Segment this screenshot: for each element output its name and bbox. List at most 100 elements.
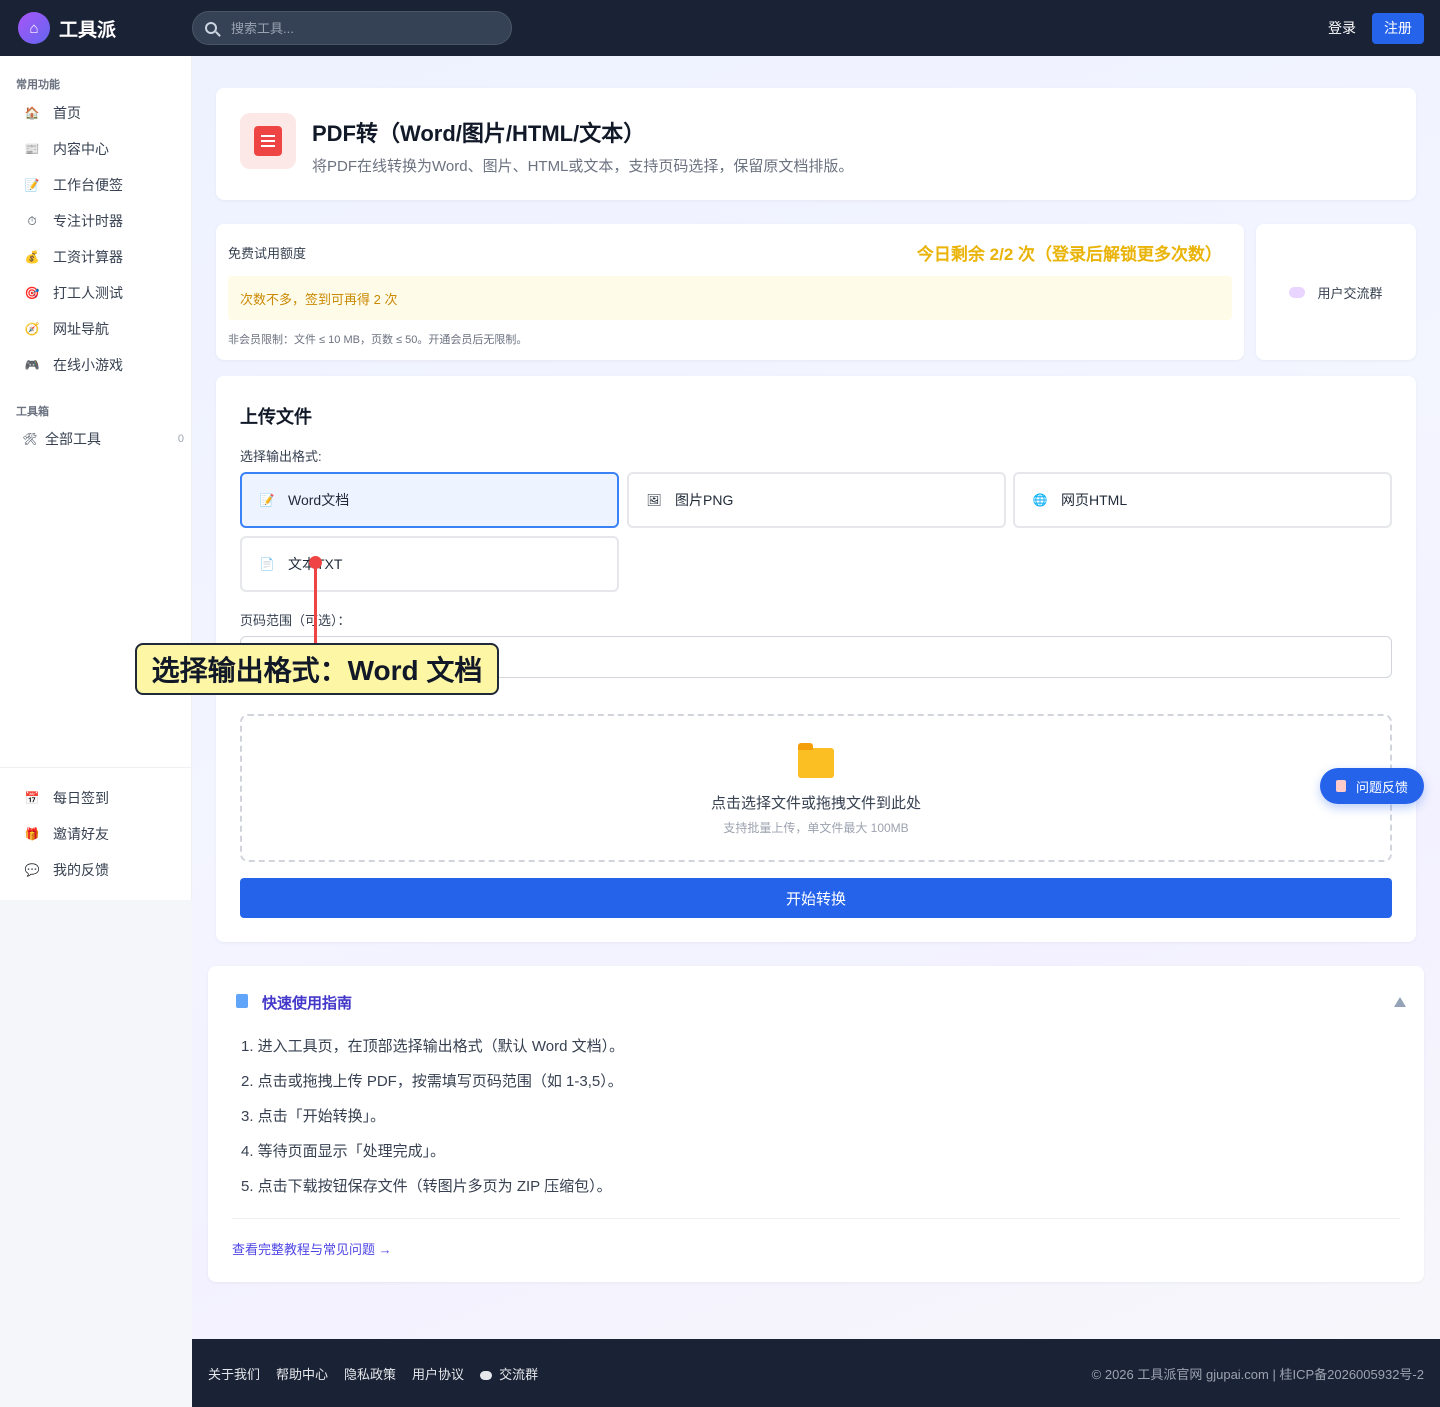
sidebar-item-content[interactable]: 📰 内容中心 [24,139,109,159]
sidebar-item-my-feedback[interactable]: 💬 我的反馈 [24,860,109,880]
collapse-triangle-icon[interactable] [1394,997,1406,1007]
footer-link-about[interactable]: 关于我们 [208,1364,260,1383]
speech-bubble-icon: 💬 [24,863,40,877]
footer-link-privacy[interactable]: 隐私政策 [344,1364,396,1383]
sidebar-item-checkin[interactable]: 📅 每日签到 [24,788,109,808]
sidebar-item-games[interactable]: 🎮 在线小游戏 [24,355,123,375]
feedback-doc-icon [1335,780,1346,792]
sidebar-item-timer[interactable]: ⏱ 专注计时器 [24,211,123,231]
login-link[interactable]: 登录 [1328,18,1356,38]
sidebar-item-salary[interactable]: 💰 工资计算器 [24,247,123,267]
top-bar: ⌂ 工具派 登录 注册 [0,0,1440,56]
calendar-icon: 📅 [24,791,40,805]
format-option-label: 网页HTML [1061,492,1128,508]
chat-bubble-icon [480,1370,493,1380]
footer-link-chat[interactable]: 交流群 [480,1364,538,1383]
sidebar-section-toolbox: 工具箱 [16,406,49,418]
quota-remaining: 今日剩余 2/2 次（登录后解锁更多次数） [916,245,1222,264]
guide-divider [232,1218,1400,1219]
folder-icon [798,743,834,778]
stopwatch-icon: ⏱ [27,213,37,228]
annotation-label: 选择输出格式：Word 文档 [135,643,499,695]
quota-card: 免费试用额度 今日剩余 2/2 次（登录后解锁更多次数） 次数不多，签到可再得 … [216,224,1244,360]
guide-step: 4. 等待页面显示「处理完成」。 [241,1143,446,1160]
sidebar-item-memo[interactable]: 📝 工作台便签 [24,175,123,195]
dropzone-sub-text: 支持批量上传，单文件最大 100MB [723,821,909,835]
footer-chat-label: 交流群 [499,1366,539,1382]
page-subtitle: 将PDF在线转换为Word、图片、HTML或文本，支持页码选择，保留原文档排版。 [312,158,854,175]
quota-label: 免费试用额度 [228,246,307,261]
page-title: PDF转（Word/图片/HTML/文本） [312,121,646,146]
sidebar-item-navigation[interactable]: 🧭 网址导航 [24,319,109,339]
footer-link-terms[interactable]: 用户协议 [412,1364,464,1383]
sidebar-item-label: 全部工具 [45,431,101,447]
dropzone-main-text: 点击选择文件或拖拽文件到此处 [710,795,921,812]
gift-icon: 🎁 [24,827,40,841]
sidebar-item-label: 内容中心 [53,141,109,157]
sidebar-item-label: 每日签到 [53,790,109,806]
format-option-png[interactable]: 🖼 图片PNG [627,472,1006,528]
sidebar-item-all-tools[interactable]: 🛠 全部工具 0 [22,429,188,449]
chat-bubble-icon [1289,286,1306,298]
globe-icon: 🌐 [1032,493,1048,507]
sidebar-item-label: 工资计算器 [53,249,123,265]
annotation-pointer-line [314,561,317,643]
format-option-word[interactable]: 📝 Word文档 [240,472,619,528]
format-option-label: 图片PNG [675,492,734,508]
sidebar-item-label: 我的反馈 [53,862,109,878]
sidebar-item-label: 打工人测试 [53,285,123,301]
gamepad-icon: 🎮 [24,358,40,372]
footer-copyright: © 2026 工具派官网 gjupai.com | 桂ICP备202600593… [1091,1366,1424,1382]
sidebar-item-invite[interactable]: 🎁 邀请好友 [24,824,109,844]
news-icon: 📰 [24,142,40,156]
search-box[interactable] [192,11,512,45]
guide-step: 3. 点击「开始转换」。 [241,1108,386,1125]
text-file-icon: 📄 [259,557,275,571]
page-range-label: 页码范围（可选）： [240,613,351,628]
book-icon [236,994,248,1008]
format-option-html[interactable]: 🌐 网页HTML [1013,472,1392,528]
compass-icon: 🧭 [24,322,40,336]
file-dropzone[interactable]: 点击选择文件或拖拽文件到此处 支持批量上传，单文件最大 100MB [240,714,1392,862]
format-option-label: Word文档 [288,492,350,508]
brand-name: 工具派 [59,19,117,41]
sidebar-item-label: 首页 [53,105,81,121]
format-option-txt[interactable]: 📄 文本TXT [240,536,619,592]
start-convert-button[interactable]: 开始转换 [240,878,1392,918]
target-icon: 🎯 [24,286,40,300]
guide-title: 快速使用指南 [262,995,353,1012]
sidebar-item-label: 网址导航 [53,321,109,337]
sidebar-divider [0,767,192,768]
guide-step: 5. 点击下载按钮保存文件（转图片多页为 ZIP 压缩包）。 [241,1178,612,1195]
sidebar-item-label: 专注计时器 [53,213,123,229]
upload-title: 上传文件 [240,407,312,427]
search-input[interactable] [231,20,491,36]
feedback-button[interactable]: 问题反馈 [1320,768,1424,804]
quick-guide-card: 快速使用指南 1. 进入工具页，在顶部选择输出格式（默认 Word 文档）。 2… [208,966,1424,1282]
format-label: 选择输出格式: [240,449,322,464]
tool-title-card: PDF转（Word/图片/HTML/文本） 将PDF在线转换为Word、图片、H… [216,88,1416,200]
annotation-pointer-dot [309,556,322,569]
footer: 关于我们 帮助中心 隐私政策 用户协议 交流群 © 2026 工具派官网 gju… [192,1339,1440,1407]
user-group-label: 用户交流群 [1317,285,1383,301]
sidebar-item-home[interactable]: 🏠 首页 [24,103,81,123]
feedback-button-label: 问题反馈 [1355,779,1408,795]
sidebar-item-label: 在线小游戏 [53,357,123,373]
home-icon: 🏠 [24,106,40,120]
sidebar: 常用功能 🏠 首页 📰 内容中心 📝 工作台便签 ⏱ 专注计时器 💰 工资计算器… [0,56,192,900]
auth-actions: 登录 注册 [1328,12,1424,44]
quota-tip: 次数不多，签到可再得 2 次 [228,276,1232,320]
footer-link-help[interactable]: 帮助中心 [276,1364,328,1383]
brand[interactable]: ⌂ 工具派 [18,12,192,44]
sidebar-item-label: 工作台便签 [53,177,123,193]
pdf-icon [240,113,296,169]
full-tutorial-link[interactable]: 查看完整教程与常见问题 → [232,1239,392,1258]
tools-icon: 🛠 [22,432,38,446]
sidebar-item-worker-test[interactable]: 🎯 打工人测试 [24,283,123,303]
memo-icon: 📝 [24,178,40,192]
word-doc-icon: 📝 [259,493,275,507]
tool-count-badge: 0 [177,433,184,445]
brand-logo-icon: ⌂ [18,12,50,44]
register-button[interactable]: 注册 [1372,12,1424,44]
user-group-card[interactable]: 用户交流群 [1256,224,1416,360]
